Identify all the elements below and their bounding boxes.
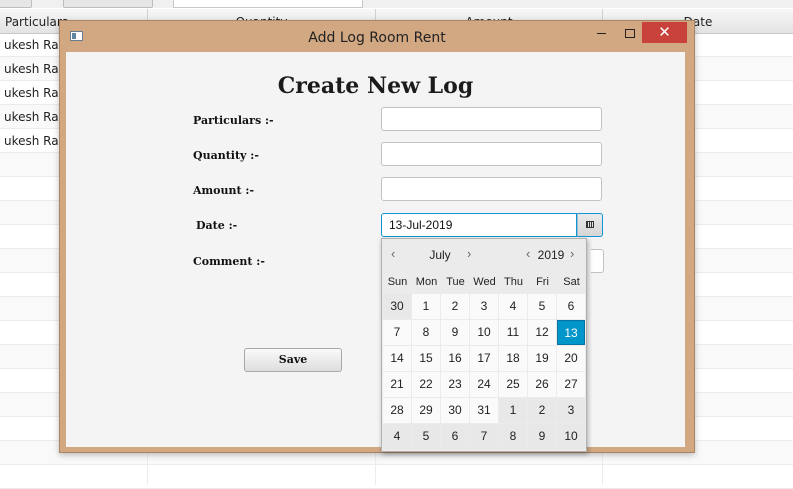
year-label: 2019 — [537, 248, 565, 262]
background-search-field[interactable] — [173, 0, 363, 8]
calendar-button[interactable] — [577, 213, 603, 237]
maximize-icon — [625, 29, 635, 38]
date-label: Date :- — [196, 219, 238, 232]
minimize-button[interactable] — [590, 23, 612, 43]
day-cell[interactable]: 14 — [383, 346, 411, 371]
save-button[interactable]: Save — [244, 348, 342, 372]
previous-year-button[interactable]: ‹ — [526, 246, 530, 261]
table-row[interactable] — [0, 465, 793, 489]
weekday-label: Tue — [446, 276, 465, 288]
day-cell[interactable]: 5 — [528, 294, 556, 319]
day-cell[interactable]: 8 — [499, 424, 527, 449]
day-cell[interactable]: 25 — [499, 372, 527, 397]
comment-label: Comment :- — [193, 255, 265, 268]
day-cell[interactable]: 2 — [528, 398, 556, 423]
add-log-dialog: Add Log Room Rent ✕ Create New Log Parti… — [59, 20, 695, 453]
weekday-label: Sat — [563, 276, 580, 288]
day-cell[interactable]: 4 — [383, 424, 411, 449]
dialog-content: Create New Log Particulars :- Quantity :… — [66, 52, 685, 447]
quantity-label: Quantity :- — [193, 149, 259, 162]
weekday-label: Thu — [504, 276, 523, 288]
maximize-button[interactable] — [619, 23, 641, 43]
date-picker-header: ‹ July › ‹ 2019 › — [382, 239, 586, 270]
close-icon: ✕ — [658, 23, 671, 41]
amount-field[interactable] — [381, 177, 602, 201]
day-cell[interactable]: 9 — [441, 320, 469, 345]
day-cell[interactable]: 1 — [412, 294, 440, 319]
amount-label: Amount :- — [193, 184, 255, 197]
date-picker-popup: ‹ July › ‹ 2019 › Sun Mon Tue Wed Thu Fri Sat 3… — [381, 238, 587, 452]
next-month-button[interactable]: › — [467, 246, 471, 261]
day-cell[interactable]: 7 — [470, 424, 498, 449]
day-cell[interactable]: 26 — [528, 372, 556, 397]
day-cell[interactable]: 6 — [441, 424, 469, 449]
day-cell[interactable]: 19 — [528, 346, 556, 371]
day-cell[interactable]: 10 — [470, 320, 498, 345]
day-cell[interactable]: 22 — [412, 372, 440, 397]
day-cell[interactable]: 3 — [470, 294, 498, 319]
calendar-icon — [586, 221, 594, 228]
day-cell[interactable]: 8 — [412, 320, 440, 345]
next-year-button[interactable]: › — [570, 246, 574, 261]
day-cell[interactable]: 11 — [499, 320, 527, 345]
day-cell[interactable]: 7 — [383, 320, 411, 345]
day-cell[interactable]: 23 — [441, 372, 469, 397]
weekday-label: Sun — [387, 276, 408, 288]
day-cell[interactable]: 10 — [557, 424, 585, 449]
quantity-field[interactable] — [381, 142, 602, 166]
weekday-label: Wed — [473, 276, 496, 288]
day-cell[interactable]: 15 — [412, 346, 440, 371]
weekday-label: Mon — [415, 276, 438, 288]
day-cell[interactable]: 17 — [470, 346, 498, 371]
month-label: July — [429, 248, 451, 262]
day-cell[interactable]: 30 — [441, 398, 469, 423]
day-cell[interactable]: 9 — [528, 424, 556, 449]
close-button[interactable]: ✕ — [642, 22, 687, 43]
comment-field[interactable] — [591, 249, 604, 273]
weekday-label: Fri — [536, 276, 549, 288]
particulars-field[interactable] — [381, 107, 602, 131]
particulars-label: Particulars :- — [193, 114, 274, 127]
page-title: Create New Log — [277, 73, 474, 99]
day-cell[interactable]: 30 — [383, 294, 411, 319]
day-cell[interactable]: 31 — [470, 398, 498, 423]
day-cell[interactable]: 18 — [499, 346, 527, 371]
background-toolbar-button[interactable] — [0, 0, 32, 8]
day-cell[interactable]: 16 — [441, 346, 469, 371]
day-cell[interactable]: 24 — [470, 372, 498, 397]
day-cell[interactable]: 12 — [528, 320, 556, 345]
day-cell[interactable]: 1 — [499, 398, 527, 423]
title-bar[interactable]: Add Log Room Rent ✕ — [60, 21, 694, 52]
background-toolbar — [0, 0, 793, 8]
minimize-icon — [596, 33, 606, 34]
day-cell[interactable]: 28 — [383, 398, 411, 423]
day-cell[interactable]: 6 — [557, 294, 585, 319]
day-cell[interactable]: 3 — [557, 398, 585, 423]
day-cell[interactable]: 20 — [557, 346, 585, 371]
previous-month-button[interactable]: ‹ — [391, 246, 395, 261]
background-toolbar-button[interactable] — [63, 0, 153, 8]
date-field[interactable]: 13-Jul-2019 — [381, 213, 577, 237]
day-cell[interactable]: 5 — [412, 424, 440, 449]
day-cell[interactable]: 21 — [383, 372, 411, 397]
day-cell[interactable]: 27 — [557, 372, 585, 397]
selected-day-cell[interactable]: 13 — [557, 320, 585, 345]
day-cell[interactable]: 4 — [499, 294, 527, 319]
day-cell[interactable]: 2 — [441, 294, 469, 319]
day-cell[interactable]: 29 — [412, 398, 440, 423]
